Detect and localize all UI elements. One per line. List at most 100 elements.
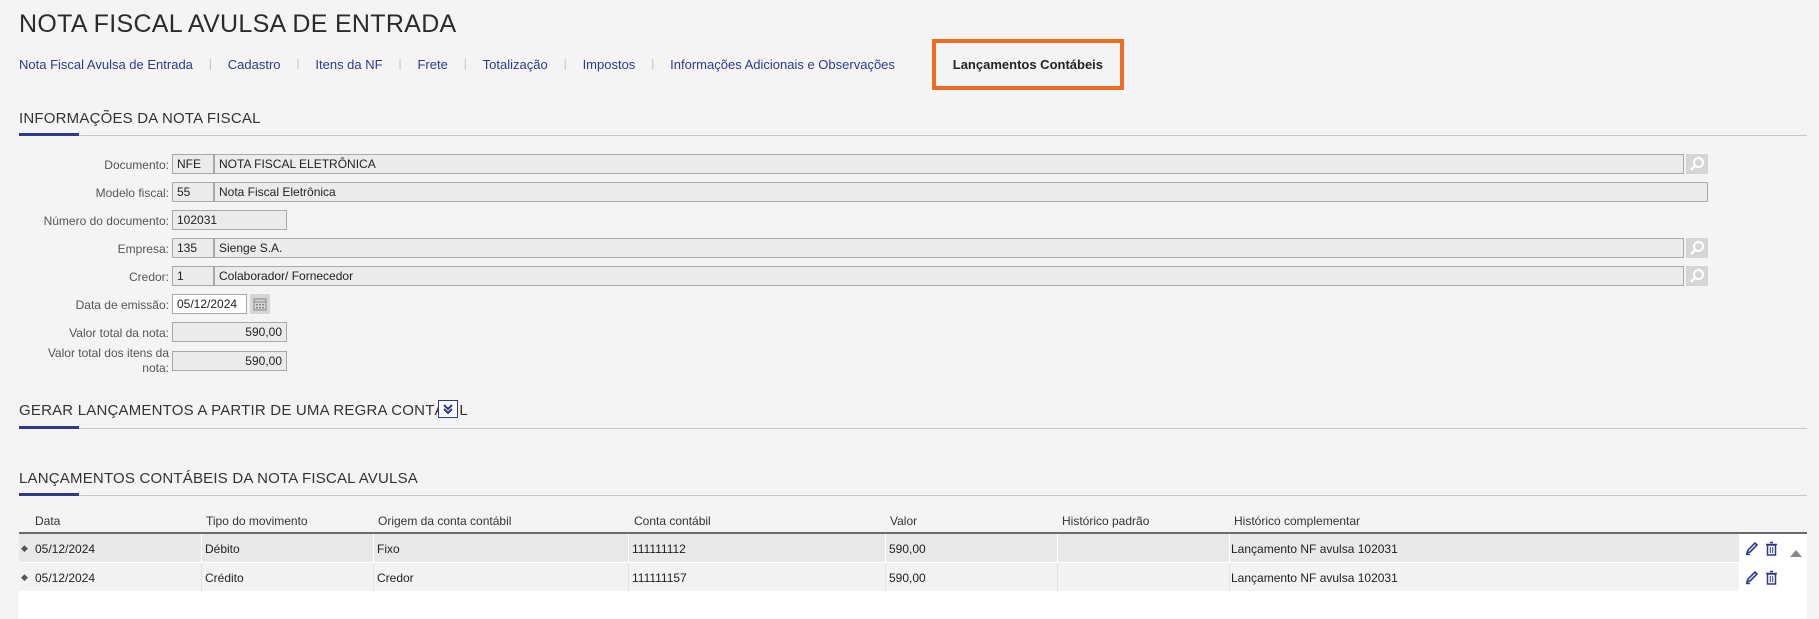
- tab-separator: |: [208, 58, 212, 70]
- cell-divider: [201, 534, 202, 562]
- cell-divider: [373, 534, 374, 562]
- modelo-fiscal-code-field[interactable]: 55: [172, 182, 214, 202]
- credor-search-button[interactable]: [1686, 266, 1708, 286]
- section-title-regra: GERAR LANÇAMENTOS A PARTIR DE UMA REGRA …: [19, 402, 468, 419]
- row-drag-icon[interactable]: ◆: [21, 543, 28, 554]
- column-header-origem[interactable]: Origem da conta contábil: [378, 514, 511, 528]
- section-divider: [19, 493, 1807, 496]
- numero-documento-field[interactable]: 102031: [172, 210, 287, 230]
- tab-separator: |: [563, 58, 567, 70]
- cell-valor: 590,00: [889, 542, 926, 556]
- trash-icon: [1765, 541, 1777, 556]
- column-header-conta[interactable]: Conta contábil: [634, 514, 711, 528]
- empresa-search-button[interactable]: [1686, 238, 1708, 258]
- valor-itens-label-line1: Valor total dos itens da: [47, 346, 169, 360]
- cell-divider: [1057, 534, 1058, 562]
- delete-button[interactable]: [1761, 536, 1781, 560]
- pencil-icon: [1745, 570, 1758, 584]
- tab-separator: |: [296, 58, 300, 70]
- section-title-informacoes: INFORMAÇÕES DA NOTA FISCAL: [19, 110, 261, 127]
- lancamentos-table: Data Tipo do movimento Origem da conta c…: [19, 508, 1807, 619]
- documento-search-button[interactable]: [1686, 154, 1708, 174]
- edit-button[interactable]: [1741, 536, 1761, 560]
- data-emissao-field[interactable]: 05/12/2024: [172, 294, 247, 314]
- modelo-fiscal-name-field[interactable]: Nota Fiscal Eletrônica: [214, 182, 1708, 202]
- column-header-historico-complementar[interactable]: Histórico complementar: [1234, 514, 1360, 528]
- tab-totalizacao[interactable]: Totalização: [483, 57, 548, 72]
- valor-itens-label-line2: nota:: [142, 361, 169, 375]
- cell-origem: Credor: [377, 571, 414, 585]
- section-divider: [19, 426, 1807, 429]
- scroll-up-arrow[interactable]: [1789, 545, 1803, 557]
- row-drag-icon[interactable]: ◆: [21, 572, 28, 583]
- cell-divider: [1229, 534, 1230, 562]
- cell-divider: [201, 563, 202, 591]
- cell-tipo: Crédito: [205, 571, 244, 585]
- column-header-historico-padrao[interactable]: Histórico padrão: [1062, 514, 1149, 528]
- cell-conta: 111111112: [632, 542, 686, 556]
- cell-valor: 590,00: [889, 571, 926, 585]
- cell-data: 05/12/2024: [35, 542, 96, 556]
- documento-name-field[interactable]: NOTA FISCAL ELETRÔNICA: [214, 154, 1684, 174]
- credor-label: Credor:: [128, 270, 169, 284]
- tab-frete[interactable]: Frete: [417, 57, 447, 72]
- numero-documento-label: Número do documento:: [43, 214, 169, 228]
- table-row[interactable]: ◆ 05/12/2024 Crédito Credor 111111157 59…: [19, 563, 1739, 591]
- tab-lancamentos-contabeis[interactable]: Lançamentos Contábeis: [931, 38, 1125, 90]
- column-header-tipo[interactable]: Tipo do movimento: [206, 514, 308, 528]
- search-icon: [1690, 241, 1704, 255]
- column-header-valor[interactable]: Valor: [890, 514, 917, 528]
- cell-historico-complementar: Lançamento NF avulsa 102031: [1231, 571, 1398, 585]
- trash-icon: [1765, 570, 1777, 585]
- cell-divider: [885, 534, 886, 562]
- table-row[interactable]: ◆ 05/12/2024 Débito Fixo 111111112 590,0…: [19, 534, 1739, 562]
- calendar-button[interactable]: [250, 294, 270, 314]
- tab-impostos[interactable]: Impostos: [583, 57, 636, 72]
- credor-code-field[interactable]: 1: [172, 266, 214, 286]
- tab-nota-fiscal-avulsa[interactable]: Nota Fiscal Avulsa de Entrada: [19, 57, 193, 72]
- cell-divider: [1057, 563, 1058, 591]
- edit-button[interactable]: [1741, 565, 1761, 589]
- page-title: NOTA FISCAL AVULSA DE ENTRADA: [19, 10, 457, 38]
- delete-button[interactable]: [1761, 565, 1781, 589]
- cell-historico-complementar: Lançamento NF avulsa 102031: [1231, 542, 1398, 556]
- tab-separator: |: [463, 58, 467, 70]
- valor-total-field[interactable]: 590,00: [172, 322, 287, 342]
- cell-conta: 111111157: [632, 571, 687, 585]
- section-divider: [19, 133, 1807, 136]
- modelo-fiscal-label: Modelo fiscal:: [95, 186, 169, 200]
- cell-origem: Fixo: [377, 542, 400, 556]
- valor-itens-field[interactable]: 590,00: [172, 351, 287, 371]
- documento-code-field[interactable]: NFE: [172, 154, 214, 174]
- pencil-icon: [1745, 541, 1758, 555]
- expand-regra-button[interactable]: [438, 400, 458, 418]
- table-header: Data Tipo do movimento Origem da conta c…: [19, 508, 1807, 534]
- tab-separator: |: [398, 58, 402, 70]
- calendar-icon: [253, 298, 267, 311]
- column-header-data[interactable]: Data: [35, 514, 60, 528]
- valor-itens-label: Valor total dos itens da nota:: [0, 346, 169, 376]
- tab-bar: Nota Fiscal Avulsa de Entrada | Cadastro…: [19, 38, 1125, 90]
- search-icon: [1690, 269, 1704, 283]
- tab-informacoes-adicionais[interactable]: Informações Adicionais e Observações: [670, 57, 895, 72]
- tab-separator: |: [651, 58, 655, 70]
- cell-tipo: Débito: [205, 542, 240, 556]
- empresa-label: Empresa:: [117, 242, 169, 256]
- valor-total-label: Valor total da nota:: [69, 326, 169, 340]
- tab-itens-nf[interactable]: Itens da NF: [315, 57, 382, 72]
- cell-divider: [885, 563, 886, 591]
- documento-label: Documento:: [104, 158, 169, 172]
- cell-data: 05/12/2024: [35, 571, 96, 585]
- data-emissao-label: Data de emissão:: [75, 298, 169, 312]
- empresa-name-field[interactable]: Sienge S.A.: [214, 238, 1684, 258]
- cell-divider: [628, 563, 629, 591]
- triangle-up-icon: [1790, 550, 1802, 557]
- search-icon: [1690, 157, 1704, 171]
- section-title-lancamentos: LANÇAMENTOS CONTÁBEIS DA NOTA FISCAL AVU…: [19, 470, 418, 487]
- tab-cadastro[interactable]: Cadastro: [228, 57, 281, 72]
- cell-divider: [1229, 563, 1230, 591]
- cell-divider: [628, 534, 629, 562]
- empresa-code-field[interactable]: 135: [172, 238, 214, 258]
- double-chevron-down-icon: [443, 404, 453, 415]
- credor-name-field[interactable]: Colaborador/ Fornecedor: [214, 266, 1684, 286]
